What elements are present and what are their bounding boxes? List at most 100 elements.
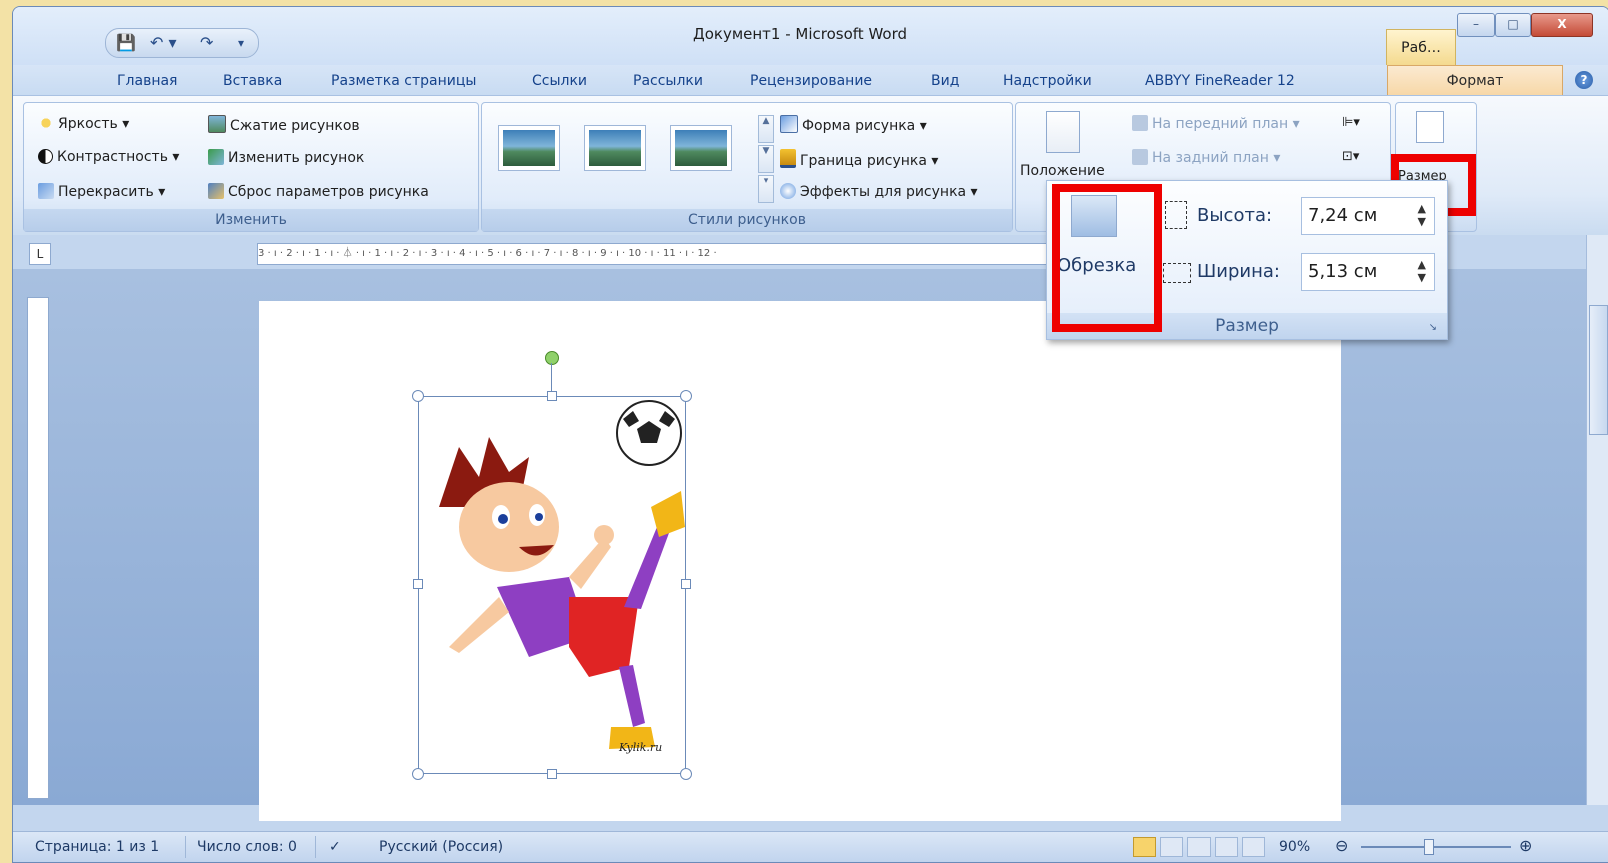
- word-count[interactable]: Число слов: 0: [197, 839, 297, 855]
- ribbon-tabs: Главная Вставка Разметка страницы Ссылки…: [13, 65, 1608, 96]
- crop-button-highlight: [1052, 184, 1162, 332]
- change-picture-icon: [208, 149, 224, 165]
- style-thumbnail-3[interactable]: [670, 125, 732, 171]
- help-icon[interactable]: ?: [1575, 71, 1593, 89]
- tab-review[interactable]: Рецензирование: [750, 73, 872, 89]
- customize-qat-icon[interactable]: ▾: [238, 36, 244, 50]
- style-thumbnail-2[interactable]: [584, 125, 646, 171]
- rotate-handle[interactable]: [545, 351, 559, 365]
- width-spinner[interactable]: 5,13 см ▲ ▼: [1301, 253, 1435, 291]
- vertical-ruler[interactable]: [27, 297, 49, 799]
- size-icon: [1416, 111, 1444, 143]
- web-layout-icon[interactable]: [1187, 837, 1211, 857]
- print-layout-icon[interactable]: [1133, 837, 1157, 857]
- selected-picture[interactable]: Kylik.ru: [412, 351, 692, 780]
- adjust-group-label: Изменить: [24, 209, 478, 231]
- size-dialog-launcher-icon[interactable]: ↘: [1429, 322, 1437, 333]
- picture-border-button[interactable]: Граница рисунка ▾: [780, 149, 938, 169]
- tab-references[interactable]: Ссылки: [532, 73, 587, 89]
- tab-insert[interactable]: Вставка: [223, 73, 282, 89]
- shape-icon: [780, 115, 798, 133]
- style-thumbnail-1[interactable]: [498, 125, 560, 171]
- bring-to-front-button[interactable]: На передний план ▾: [1132, 115, 1300, 132]
- resize-handle-se[interactable]: [680, 768, 692, 780]
- gallery-down-button[interactable]: ▼: [758, 145, 774, 173]
- document-area: [13, 269, 1608, 821]
- resize-handle-n[interactable]: [547, 391, 557, 401]
- brightness-button[interactable]: Яркость ▾: [38, 115, 129, 132]
- height-value: 7,24 см: [1308, 205, 1378, 226]
- full-screen-icon[interactable]: [1160, 837, 1184, 857]
- tab-home[interactable]: Главная: [117, 73, 177, 89]
- view-buttons: [1133, 837, 1266, 857]
- save-icon[interactable]: 💾: [116, 33, 136, 52]
- tab-mailings[interactable]: Рассылки: [633, 73, 703, 89]
- undo-icon[interactable]: ↶ ▾: [150, 33, 177, 52]
- tab-abbyy[interactable]: ABBYY FineReader 12: [1145, 73, 1295, 89]
- tab-addins[interactable]: Надстройки: [1003, 73, 1092, 89]
- recolor-button[interactable]: Перекрасить ▾: [38, 183, 165, 200]
- draft-icon[interactable]: [1241, 837, 1266, 857]
- tab-page-layout[interactable]: Разметка страницы: [331, 73, 476, 89]
- adjust-group: Яркость ▾ Контрастность ▾ Перекрасить ▾ …: [23, 102, 479, 232]
- resize-handle-e[interactable]: [681, 579, 691, 589]
- compress-pictures-button[interactable]: Сжатие рисунков: [208, 115, 360, 134]
- height-spinner[interactable]: 7,24 см ▲ ▼: [1301, 197, 1435, 235]
- language-indicator[interactable]: Русский (Россия): [379, 839, 503, 855]
- tab-format[interactable]: Формат: [1387, 65, 1563, 96]
- scrollbar-thumb[interactable]: [1589, 305, 1608, 435]
- zoom-out-icon[interactable]: ⊖: [1335, 836, 1348, 855]
- window-title: Документ1 - Microsoft Word: [693, 25, 907, 43]
- resize-handle-ne[interactable]: [680, 390, 692, 402]
- tab-view[interactable]: Вид: [931, 73, 959, 89]
- pencil-icon: [780, 149, 796, 168]
- reset-picture-button[interactable]: Сброс параметров рисунка: [208, 183, 429, 200]
- football-boy-illustration: [439, 400, 685, 749]
- resize-handle-sw[interactable]: [412, 768, 424, 780]
- maximize-button[interactable]: □: [1495, 13, 1531, 37]
- zoom-slider[interactable]: [1361, 839, 1511, 855]
- zoom-in-icon[interactable]: ⊕: [1519, 836, 1532, 855]
- bring-front-icon: [1132, 115, 1148, 131]
- gallery-more-button[interactable]: ▾: [758, 175, 774, 203]
- resize-handle-s[interactable]: [547, 769, 557, 779]
- contrast-button[interactable]: Контрастность ▾: [38, 149, 179, 165]
- tab-selector-button[interactable]: L: [29, 243, 51, 265]
- align-icon[interactable]: ⊫▾: [1342, 115, 1360, 130]
- picture-shape-button[interactable]: Форма рисунка ▾: [780, 115, 927, 134]
- send-back-icon: [1132, 149, 1148, 165]
- zoom-slider-knob[interactable]: [1423, 839, 1434, 855]
- resize-handle-nw[interactable]: [412, 390, 424, 402]
- vertical-scrollbar[interactable]: [1586, 235, 1608, 805]
- close-button[interactable]: X: [1531, 13, 1593, 37]
- effects-icon: [780, 183, 796, 199]
- send-to-back-button[interactable]: На задний план ▾: [1132, 149, 1280, 166]
- width-label: Ширина:: [1197, 261, 1280, 282]
- minimize-button[interactable]: –: [1457, 13, 1495, 37]
- proofing-icon[interactable]: ✓: [329, 839, 341, 855]
- width-value: 5,13 см: [1308, 261, 1378, 282]
- gallery-scroll: ▲ ▼ ▾: [758, 115, 774, 203]
- status-bar: Страница: 1 из 1 Число слов: 0 ✓ Русский…: [13, 831, 1608, 862]
- rotate-handle-stem: [551, 363, 552, 391]
- resize-handle-w[interactable]: [413, 579, 423, 589]
- picture-effects-button[interactable]: Эффекты для рисунка ▾: [780, 183, 978, 200]
- picture-tools-context-tab[interactable]: Раб…: [1386, 29, 1456, 66]
- zoom-level[interactable]: 90%: [1279, 839, 1310, 855]
- redo-icon[interactable]: ↷: [200, 33, 213, 52]
- watermark-text: Kylik.ru: [619, 741, 663, 754]
- height-spinner-arrows[interactable]: ▲ ▼: [1418, 202, 1426, 228]
- position-button[interactable]: Положение: [1020, 163, 1105, 179]
- horizontal-ruler[interactable]: 3 · ı · 2 · ı · 1 · ı · ⏃ · ı · 1 · ı · …: [257, 243, 1059, 265]
- compress-icon: [208, 115, 226, 133]
- gallery-up-button[interactable]: ▲: [758, 115, 774, 143]
- width-icon: [1163, 263, 1191, 283]
- width-spinner-arrows[interactable]: ▲ ▼: [1418, 258, 1426, 284]
- group-icon[interactable]: ⊡▾: [1342, 149, 1359, 164]
- change-picture-button[interactable]: Изменить рисунок: [208, 149, 364, 166]
- title-bar: 💾 ↶ ▾ ↷ ▾ Документ1 - Microsoft Word Раб…: [13, 7, 1608, 66]
- outline-icon[interactable]: [1214, 837, 1238, 857]
- brightness-icon: [38, 115, 54, 131]
- height-label: Высота:: [1197, 205, 1273, 226]
- page-count[interactable]: Страница: 1 из 1: [35, 839, 159, 855]
